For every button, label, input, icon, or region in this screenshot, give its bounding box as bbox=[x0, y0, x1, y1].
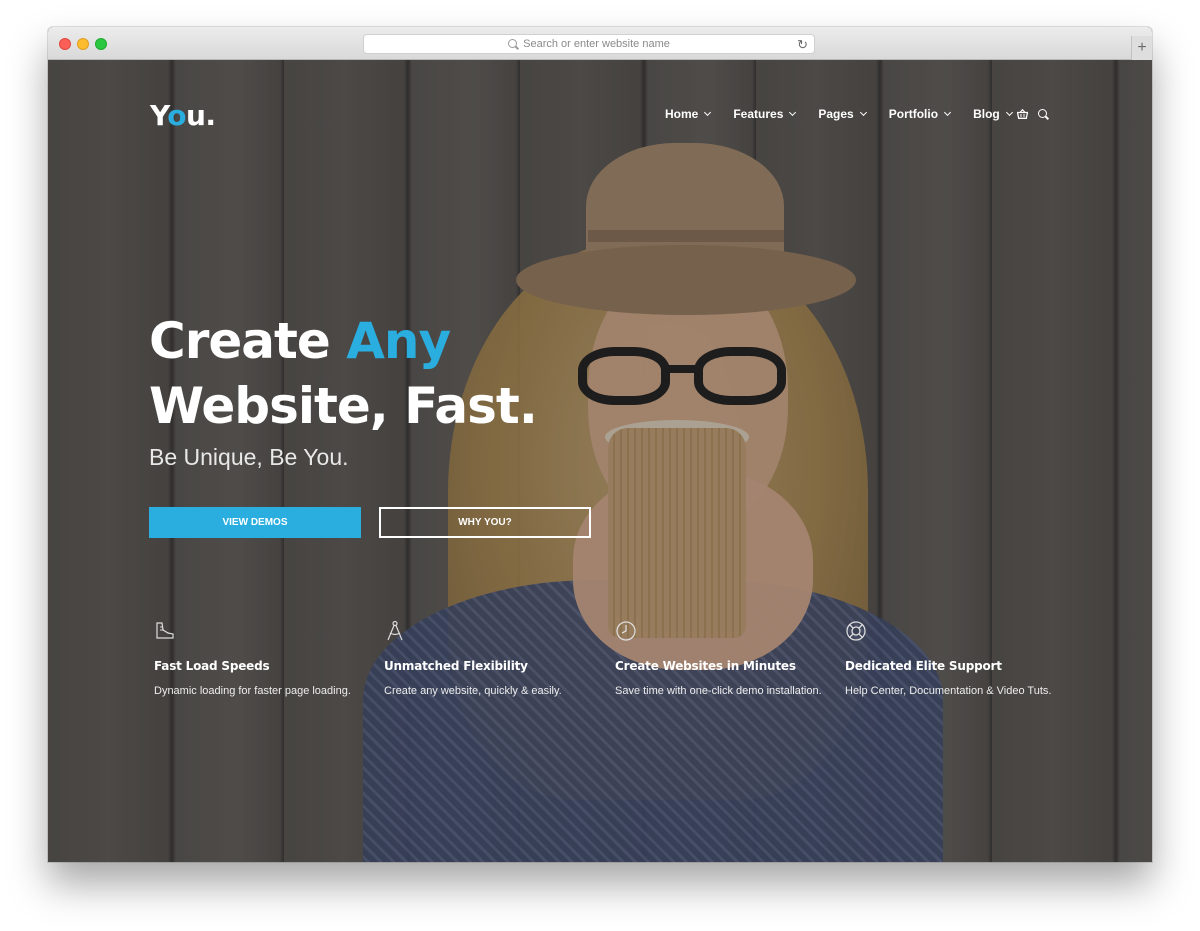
search-icon bbox=[508, 38, 518, 48]
nav-item-features[interactable]: Features bbox=[733, 107, 797, 121]
browser-titlebar: Search or enter website name ↻ + bbox=[48, 27, 1152, 60]
page-viewport: You. Home Features Pages Portfolio Blog … bbox=[48, 60, 1152, 862]
hero-subheadline: Be Unique, Be You. bbox=[149, 444, 349, 470]
nav-item-home[interactable]: Home bbox=[665, 107, 712, 121]
feature-title: Unmatched Flexibility bbox=[384, 659, 528, 673]
why-you-button[interactable]: WHY YOU? bbox=[379, 507, 591, 538]
chevron-down-icon bbox=[1005, 108, 1013, 117]
feature-description: Create any website, quickly & easily. bbox=[384, 685, 562, 697]
view-demos-button[interactable]: VIEW DEMOS bbox=[149, 507, 361, 538]
site-logo[interactable]: You. bbox=[150, 99, 216, 132]
main-nav: Home Features Pages Portfolio Blog bbox=[665, 107, 1035, 121]
chevron-down-icon bbox=[944, 108, 952, 117]
address-bar-placeholder: Search or enter website name bbox=[523, 38, 670, 50]
lifebuoy-icon bbox=[846, 621, 866, 641]
chevron-down-icon bbox=[859, 108, 867, 117]
nav-item-portfolio[interactable]: Portfolio bbox=[889, 107, 952, 121]
feature-fast-load: Fast Load Speeds Dynamic loading for fas… bbox=[154, 620, 374, 697]
logo-accent: o bbox=[167, 99, 186, 132]
new-tab-button[interactable]: + bbox=[1131, 36, 1152, 60]
feature-title: Fast Load Speeds bbox=[154, 659, 270, 673]
address-bar[interactable]: Search or enter website name ↻ bbox=[363, 34, 815, 54]
shoe-icon bbox=[156, 622, 174, 639]
minimize-window-button[interactable] bbox=[77, 38, 89, 50]
feature-title: Create Websites in Minutes bbox=[615, 659, 796, 673]
maximize-window-button[interactable] bbox=[95, 38, 107, 50]
feature-description: Dynamic loading for faster page loading. bbox=[154, 685, 351, 697]
basket-icon[interactable] bbox=[1017, 109, 1028, 119]
feature-title: Dedicated Elite Support bbox=[845, 659, 1002, 673]
reload-icon[interactable]: ↻ bbox=[797, 37, 808, 53]
hero-headline-line2: Website, Fast. bbox=[149, 377, 538, 435]
plus-icon: + bbox=[1137, 39, 1147, 56]
feature-minutes: Create Websites in Minutes Save time wit… bbox=[615, 620, 835, 697]
nav-item-blog[interactable]: Blog bbox=[973, 107, 1013, 121]
chevron-down-icon bbox=[789, 108, 797, 117]
feature-flexibility: Unmatched Flexibility Create any website… bbox=[384, 620, 604, 697]
feature-description: Save time with one-click demo installati… bbox=[615, 685, 822, 697]
clock-icon bbox=[616, 621, 636, 641]
close-window-button[interactable] bbox=[59, 38, 71, 50]
search-icon[interactable] bbox=[1038, 109, 1047, 118]
compass-icon bbox=[387, 620, 403, 641]
chevron-down-icon bbox=[704, 108, 712, 117]
hero-headline-accent: Any bbox=[346, 312, 451, 370]
feature-support: Dedicated Elite Support Help Center, Doc… bbox=[845, 620, 1065, 697]
hero-headline-line1: Create Any bbox=[149, 312, 451, 370]
browser-window: Search or enter website name ↻ + You. Ho… bbox=[48, 27, 1152, 862]
feature-description: Help Center, Documentation & Video Tuts. bbox=[845, 685, 1052, 697]
nav-item-pages[interactable]: Pages bbox=[818, 107, 867, 121]
